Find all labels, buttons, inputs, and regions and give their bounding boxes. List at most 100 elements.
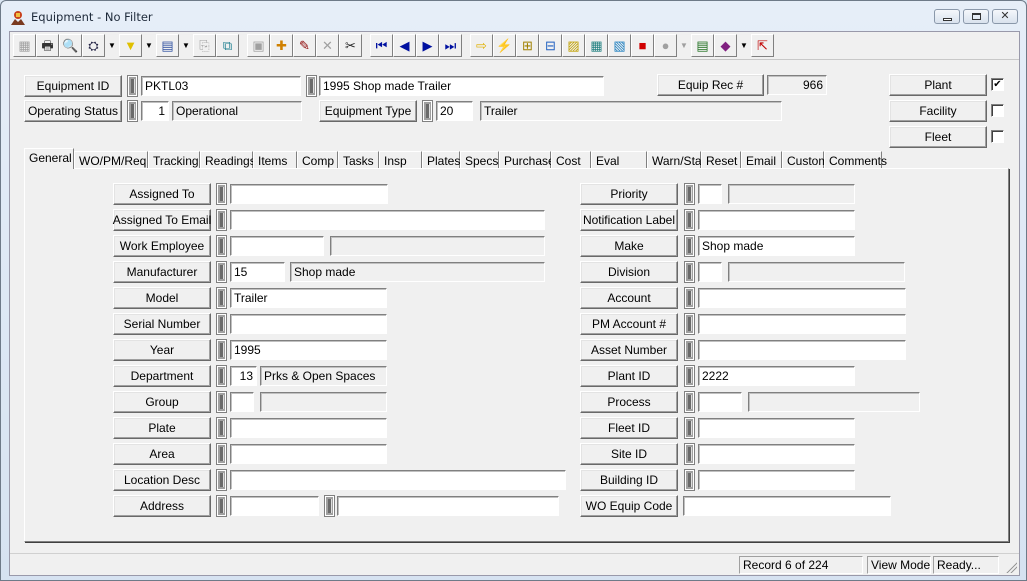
model-field[interactable]: Trailer [230,288,387,308]
priority-button[interactable]: Priority [580,183,678,205]
plant-checkbox[interactable]: ✔ [991,78,1004,91]
fleet-checkbox[interactable] [991,130,1004,143]
relationships-button[interactable]: ⊟ [539,34,562,57]
location-desc-button[interactable]: Location Desc [113,469,211,491]
calculator-button[interactable]: ▦ [585,34,608,57]
report-button[interactable]: ▤ [156,34,179,57]
facility-checkbox[interactable] [991,104,1004,117]
last-record-button[interactable]: ⏭ [439,34,462,57]
make-button[interactable]: Make [580,235,678,257]
find-dropdown[interactable]: ▼ [105,34,119,57]
tab-cost[interactable]: Cost [551,151,591,169]
division-button[interactable]: Division [580,261,678,283]
tab-reset[interactable]: Reset [701,151,741,169]
lookup-icon[interactable] [685,418,694,438]
operating-status-button[interactable]: Operating Status [24,100,122,122]
plate-button[interactable]: Plate [113,417,211,439]
close-button[interactable]: ✕ [992,9,1018,24]
lookup-icon[interactable] [217,340,226,360]
building-id-field[interactable] [698,470,855,490]
serial-number-button[interactable]: Serial Number [113,313,211,335]
lookup-icon[interactable] [217,262,226,282]
maximize-button[interactable] [963,9,989,24]
report-dropdown[interactable]: ▼ [179,34,193,57]
equipment-id-field[interactable]: PKTL03 [141,76,301,96]
lookup-icon[interactable] [128,101,137,121]
tab-email[interactable]: Email [741,151,782,169]
lookup-icon[interactable] [685,470,694,490]
tab-wo-pm-req[interactable]: WO/PM/Req [74,151,148,169]
wo-equip-code-field[interactable] [683,496,891,516]
print-button[interactable]: 🖶 [36,34,59,57]
spreadsheet-button[interactable]: ▤ [691,34,714,57]
assigned-to-email-field[interactable] [230,210,545,230]
building-id-button[interactable]: Building ID [580,469,678,491]
lookup-icon[interactable] [217,418,226,438]
tab-general[interactable]: General [24,148,74,169]
lookup-icon[interactable] [685,210,694,230]
exit-button[interactable]: ⇱ [751,34,774,57]
resize-grip[interactable] [1005,561,1017,573]
assigned-to-button[interactable]: Assigned To [113,183,211,205]
lookup-icon[interactable] [685,340,694,360]
priority-field[interactable] [698,184,722,204]
facility-button[interactable]: Facility [889,100,987,122]
lookup-icon[interactable] [685,236,694,256]
serial-number-field[interactable] [230,314,387,334]
account-field[interactable] [698,288,906,308]
lookup-icon[interactable] [217,392,226,412]
plant-id-button[interactable]: Plant ID [580,365,678,387]
tab-comments[interactable]: Comments [824,151,887,169]
area-field[interactable] [230,444,387,464]
assigned-to-field[interactable] [230,184,388,204]
filter-button[interactable]: ▼ [119,34,142,57]
notification-label-button[interactable]: Notification Label [580,209,678,231]
group-field[interactable] [230,392,254,412]
minimize-button[interactable] [934,9,960,24]
print-preview-button[interactable]: 🔍 [59,34,82,57]
tab-eval[interactable]: Eval [591,151,647,169]
go-to-button[interactable]: ⇨ [470,34,493,57]
tab-insp[interactable]: Insp [379,151,422,169]
equipment-type-code-field[interactable]: 20 [436,101,473,121]
equip-rec-button[interactable]: Equip Rec # [657,74,764,96]
copy-record-button[interactable]: ⧉ [216,34,239,57]
asset-number-field[interactable] [698,340,906,360]
tab-specs[interactable]: Specs [460,151,499,169]
toolbox-button[interactable]: ■ [631,34,654,57]
plant-id-field[interactable]: 2222 [698,366,855,386]
lookup-icon[interactable] [685,444,694,464]
hierarchy-button[interactable]: ⊞ [516,34,539,57]
model-button[interactable]: Model [113,287,211,309]
manufacturer-button[interactable]: Manufacturer [113,261,211,283]
lookup-icon[interactable] [685,366,694,386]
lookup-icon[interactable] [217,444,226,464]
address-field-2[interactable] [337,496,559,516]
previous-record-button[interactable]: ◀ [393,34,416,57]
plant-button[interactable]: Plant [889,74,987,96]
lookup-icon[interactable] [217,366,226,386]
lookup-icon[interactable] [325,496,334,516]
quick-action-button[interactable]: ⚡ [493,34,516,57]
new-record-button[interactable]: ✚ [270,34,293,57]
plate-field[interactable] [230,418,387,438]
tab-items[interactable]: Items [253,151,297,169]
lookup-icon[interactable] [685,392,694,412]
site-id-field[interactable] [698,444,855,464]
tab-tasks[interactable]: Tasks [338,151,379,169]
account-button[interactable]: Account [580,287,678,309]
location-desc-field[interactable] [230,470,566,490]
notification-label-field[interactable] [698,210,855,230]
pm-account-button[interactable]: PM Account # [580,313,678,335]
tab-warn-start[interactable]: Warn/Start [647,151,709,169]
tab-plates[interactable]: Plates [422,151,460,169]
equipment-id-button[interactable]: Equipment ID [24,75,122,97]
search-globe-button[interactable]: ● [654,34,677,57]
manual-dropdown[interactable]: ▼ [737,34,751,57]
map-button[interactable]: ▧ [608,34,631,57]
tab-custom[interactable]: Custom [782,151,828,169]
find-button[interactable]: ⛭ [82,34,105,57]
save-button[interactable]: ▣ [247,34,270,57]
form-view-button[interactable]: ▦ [13,34,36,57]
cut-button[interactable]: ✂ [339,34,362,57]
